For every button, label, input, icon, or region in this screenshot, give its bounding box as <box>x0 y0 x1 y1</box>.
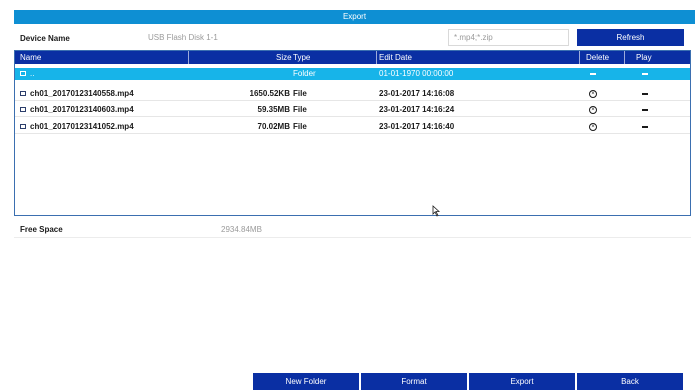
file-edit-date: 23-01-2017 14:16:08 <box>379 89 455 98</box>
file-size: 70.02MB <box>257 122 290 131</box>
column-header-delete[interactable]: Delete <box>586 51 609 64</box>
table-row[interactable]: ch01_20170123141052.mp4 70.02MB File 23-… <box>15 121 690 133</box>
file-edit-date: 23-01-2017 14:16:24 <box>379 105 455 114</box>
row-divider <box>15 100 690 101</box>
row-divider <box>15 116 690 117</box>
dash-icon <box>642 126 648 128</box>
free-space-divider <box>14 237 691 238</box>
file-filter-field[interactable]: *.mp4;*.zip <box>448 29 569 46</box>
file-type: Folder <box>293 69 316 78</box>
column-divider <box>188 51 189 64</box>
delete-circle-icon[interactable]: × <box>589 123 597 131</box>
row-divider <box>15 133 690 134</box>
export-button[interactable]: Export <box>469 373 575 390</box>
file-icon <box>20 124 26 129</box>
column-header-edit-date[interactable]: Edit Date <box>379 51 412 64</box>
column-header-play[interactable]: Play <box>636 51 652 64</box>
dash-icon <box>642 73 648 75</box>
file-size: 59.35MB <box>257 105 290 114</box>
column-divider <box>376 51 377 64</box>
table-row[interactable]: ch01_20170123140603.mp4 59.35MB File 23-… <box>15 104 690 116</box>
file-edit-date: 01-01-1970 00:00:00 <box>379 69 454 78</box>
free-space-value: 2934.84MB <box>221 225 262 234</box>
table-row[interactable]: .. Folder 01-01-1970 00:00:00 <box>15 68 690 80</box>
file-icon <box>20 91 26 96</box>
free-space-label: Free Space <box>20 225 63 234</box>
column-divider <box>579 51 580 64</box>
table-row[interactable]: ch01_20170123140558.mp4 1650.52KB File 2… <box>15 88 690 100</box>
refresh-button[interactable]: Refresh <box>577 29 684 46</box>
device-name-label: Device Name <box>20 34 70 43</box>
file-type: File <box>293 122 307 131</box>
delete-circle-icon[interactable]: × <box>589 90 597 98</box>
mouse-cursor-icon <box>432 205 441 217</box>
file-type: File <box>293 89 307 98</box>
file-name: ch01_20170123140603.mp4 <box>30 105 134 114</box>
file-name: .. <box>30 69 35 78</box>
new-folder-button[interactable]: New Folder <box>253 373 359 390</box>
format-button[interactable]: Format <box>361 373 467 390</box>
file-name: ch01_20170123141052.mp4 <box>30 122 134 131</box>
file-size: 1650.52KB <box>249 89 290 98</box>
window-title: Export <box>14 10 695 24</box>
file-icon <box>20 107 26 112</box>
device-name-value[interactable]: USB Flash Disk 1-1 <box>148 33 218 42</box>
file-type: File <box>293 105 307 114</box>
folder-icon <box>20 71 26 76</box>
dash-icon <box>642 93 648 95</box>
column-header-name[interactable]: Name <box>20 51 41 64</box>
dash-icon <box>590 73 596 75</box>
column-header-type[interactable]: Type <box>293 51 310 64</box>
table-header: Name Size Type Edit Date Delete Play <box>15 51 690 64</box>
file-edit-date: 23-01-2017 14:16:40 <box>379 122 455 131</box>
column-header-size[interactable]: Size <box>276 51 292 64</box>
delete-circle-icon[interactable]: × <box>589 106 597 114</box>
back-button[interactable]: Back <box>577 373 683 390</box>
dash-icon <box>642 109 648 111</box>
file-name: ch01_20170123140558.mp4 <box>30 89 134 98</box>
column-divider <box>624 51 625 64</box>
